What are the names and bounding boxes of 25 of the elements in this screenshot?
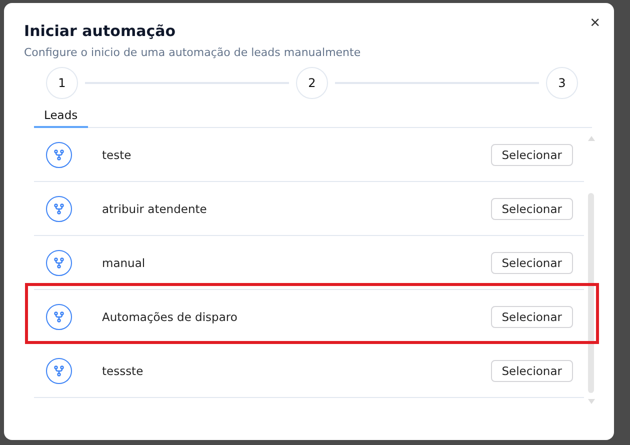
select-button[interactable]: Selecionar bbox=[490, 306, 573, 328]
scrollbar-thumb[interactable] bbox=[588, 193, 594, 393]
automation-name: tessste bbox=[102, 364, 144, 378]
step-indicator: 3 bbox=[546, 67, 578, 99]
select-button[interactable]: Selecionar bbox=[490, 144, 573, 166]
branch-icon bbox=[53, 364, 65, 376]
select-button[interactable]: Selecionar bbox=[490, 252, 573, 274]
automation-name: teste bbox=[102, 148, 132, 162]
branch-icon bbox=[53, 256, 65, 268]
automation-name: atribuir atendente bbox=[102, 202, 207, 216]
branch-icon bbox=[53, 148, 65, 160]
tab[interactable]: Leads bbox=[34, 103, 88, 128]
step-indicator: 2 bbox=[296, 67, 328, 99]
branch-icon bbox=[53, 202, 65, 214]
automation-name: manual bbox=[102, 256, 146, 270]
select-button[interactable]: Selecionar bbox=[490, 360, 573, 382]
select-button[interactable]: Selecionar bbox=[490, 198, 573, 220]
automation-name: Automações de disparo bbox=[102, 310, 238, 324]
branch-icon bbox=[53, 310, 65, 322]
scroll-down-icon[interactable] bbox=[588, 399, 594, 404]
scroll-up-icon[interactable] bbox=[588, 136, 594, 141]
step-indicator: 1 bbox=[46, 67, 78, 99]
dialog-subtitle: Configure o inicio de uma automação de leads manualmente bbox=[24, 45, 361, 61]
close-button[interactable]: × bbox=[586, 13, 604, 33]
dialog-title: Iniciar automação bbox=[24, 21, 176, 41]
